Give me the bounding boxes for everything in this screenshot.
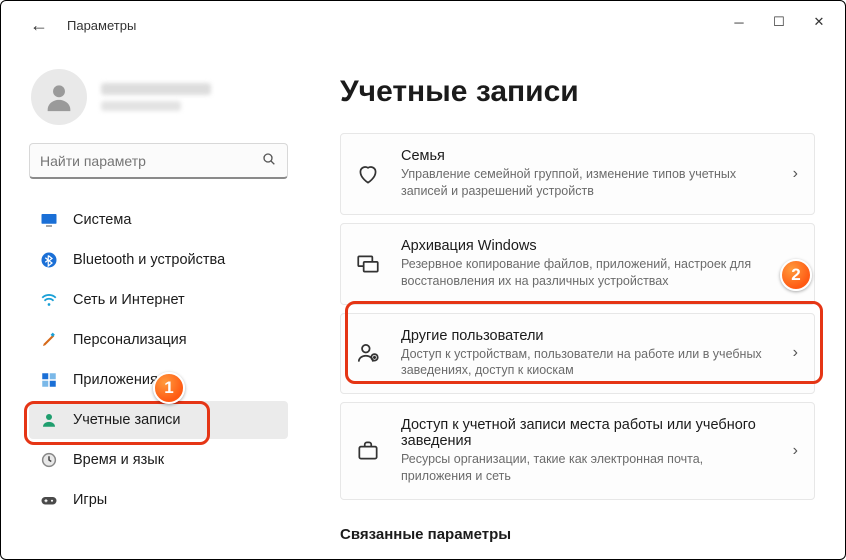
minimize-button[interactable]: ─ (719, 7, 759, 37)
gaming-icon (39, 490, 59, 510)
search-input[interactable] (40, 153, 261, 169)
card-family[interactable]: Семья Управление семейной группой, измен… (340, 133, 815, 215)
other-users-icon (353, 338, 383, 368)
window-controls: ─ ☐ ✕ (719, 7, 839, 37)
card-title: Семья (401, 148, 775, 164)
card-other-users[interactable]: Другие пользователи Доступ к устройствам… (340, 313, 815, 395)
sidebar-item-apps[interactable]: Приложения (29, 361, 288, 399)
sidebar-item-bluetooth[interactable]: Bluetooth и устройства (29, 241, 288, 279)
related-params-heading: Связанные параметры (340, 526, 815, 543)
search-icon (261, 151, 277, 170)
card-title: Архивация Windows (401, 238, 775, 254)
brush-icon (39, 330, 59, 350)
system-icon (39, 210, 59, 230)
sidebar-item-label: Сеть и Интернет (73, 292, 185, 308)
accounts-icon (39, 410, 59, 430)
chevron-right-icon: › (793, 165, 798, 183)
sidebar-item-network[interactable]: Сеть и Интернет (29, 281, 288, 319)
avatar (31, 69, 87, 125)
page-title: Учетные записи (340, 75, 815, 109)
bluetooth-icon (39, 250, 59, 270)
backup-icon (353, 249, 383, 279)
card-desc: Доступ к устройствам, пользователи на ра… (401, 346, 775, 380)
sidebar-item-label: Учетные записи (73, 412, 181, 428)
main-content: Учетные записи Семья Управление семейной… (306, 49, 845, 559)
search-box[interactable] (29, 143, 288, 179)
clock-icon (39, 450, 59, 470)
user-profile[interactable] (31, 69, 288, 125)
sidebar-item-label: Время и язык (73, 452, 164, 468)
sidebar-item-label: Игры (73, 492, 107, 508)
sidebar: Система Bluetooth и устройства Сеть и Ин… (1, 49, 306, 559)
card-backup[interactable]: Архивация Windows Резервное копирование … (340, 223, 815, 305)
chevron-right-icon: › (793, 255, 798, 273)
sidebar-item-time-language[interactable]: Время и язык (29, 441, 288, 479)
user-meta (101, 83, 211, 111)
maximize-button[interactable]: ☐ (759, 7, 799, 37)
apps-icon (39, 370, 59, 390)
close-button[interactable]: ✕ (799, 7, 839, 37)
wifi-icon (39, 290, 59, 310)
sidebar-item-label: Система (73, 212, 131, 228)
card-title: Другие пользователи (401, 328, 775, 344)
sidebar-item-accounts[interactable]: Учетные записи (29, 401, 288, 439)
nav-list: Система Bluetooth и устройства Сеть и Ин… (29, 201, 288, 519)
card-desc: Ресурсы организации, такие как электронн… (401, 451, 775, 485)
card-desc: Управление семейной группой, изменение т… (401, 166, 775, 200)
card-desc: Резервное копирование файлов, приложений… (401, 256, 775, 290)
sidebar-item-label: Приложения (73, 372, 158, 388)
sidebar-item-system[interactable]: Система (29, 201, 288, 239)
sidebar-item-personalization[interactable]: Персонализация (29, 321, 288, 359)
card-work-school[interactable]: Доступ к учетной записи места работы или… (340, 402, 815, 500)
sidebar-item-label: Персонализация (73, 332, 187, 348)
back-button[interactable]: ← (25, 11, 53, 39)
card-title: Доступ к учетной записи места работы или… (401, 417, 775, 449)
chevron-right-icon: › (793, 344, 798, 362)
family-icon (353, 159, 383, 189)
briefcase-icon (353, 436, 383, 466)
app-title: Параметры (67, 18, 136, 33)
chevron-right-icon: › (793, 442, 798, 460)
sidebar-item-gaming[interactable]: Игры (29, 481, 288, 519)
sidebar-item-label: Bluetooth и устройства (73, 252, 225, 268)
